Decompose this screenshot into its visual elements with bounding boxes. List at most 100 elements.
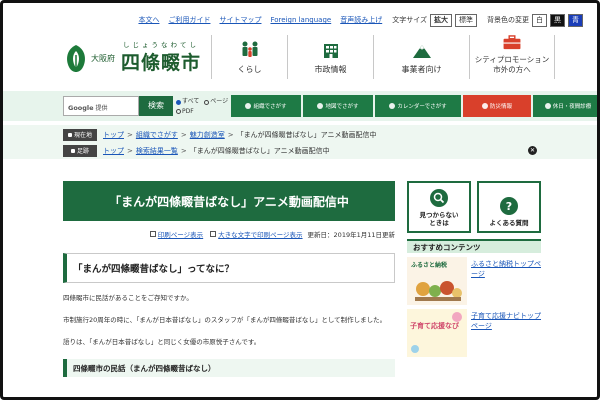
search-by-map-button[interactable]: 地図でさがす bbox=[303, 95, 373, 117]
bg-blue-button[interactable]: 青 bbox=[568, 13, 583, 27]
holiday-night-clinic-button[interactable]: 休日・夜間診療 bbox=[533, 95, 597, 117]
balloon-illustration-icon bbox=[411, 312, 462, 353]
search-button[interactable]: 検索 bbox=[139, 96, 173, 116]
text-size-enlarge-button[interactable]: 拡大 bbox=[430, 13, 452, 27]
nav-item-living[interactable]: くらし bbox=[211, 35, 287, 79]
current-location-tag: 現在地 bbox=[63, 128, 97, 141]
calendar-icon bbox=[389, 103, 396, 109]
large-print-page-link[interactable]: 大きな文字で印刷ページ表示 bbox=[210, 229, 303, 239]
search-scope-page-radio[interactable]: ページ bbox=[204, 98, 228, 106]
paragraph: 市制施行20周年の時に、「まんが日本昔ばなし」のスタッフが「まんが四條畷昔ばなし… bbox=[63, 316, 387, 324]
footprint-tag: 足跡 bbox=[63, 144, 97, 157]
subsection-heading: 四條畷市の民話（まんが四條畷昔ばなし） bbox=[63, 359, 395, 377]
updated-date: 更新日：2019年1月11日更新 bbox=[307, 231, 395, 239]
breadcrumb-area: 現在地 トップ > 組織でさがす > 魅力創造室 > 「まんが四條畷昔ばなし」アニメ動… bbox=[3, 125, 597, 159]
search-by-organization-button[interactable]: 組織でさがす bbox=[231, 95, 301, 117]
sitemap-link[interactable]: サイトマップ bbox=[219, 15, 261, 25]
family-icon bbox=[242, 41, 257, 57]
furusato-banner: ふるさと納税 ふるさと納税トップページ bbox=[407, 257, 541, 305]
search-scope-pdf-radio[interactable]: PDF bbox=[176, 108, 194, 116]
breadcrumb-link-top[interactable]: トップ bbox=[103, 130, 124, 140]
produce-illustration-icon bbox=[415, 281, 462, 301]
nav-item-label-line2: 市外の方へ bbox=[493, 65, 531, 74]
radio-icon bbox=[176, 109, 181, 114]
footprint-link-search-results[interactable]: 検索結果一覧 bbox=[136, 146, 178, 156]
faq-button[interactable]: ? よくある質問 bbox=[477, 181, 541, 233]
nav-item-business[interactable]: 事業者向け bbox=[373, 35, 469, 79]
nav-item-label: くらし bbox=[237, 65, 262, 74]
page-title: 「まんが四條畷昔ばなし」アニメ動画配信中 bbox=[63, 181, 395, 221]
breadcrumb-link-department[interactable]: 魅力創造室 bbox=[190, 130, 225, 140]
close-footprint-icon[interactable]: ✕ bbox=[528, 146, 537, 155]
section-heading: 「まんが四條畷昔ばなし」ってなに？ bbox=[63, 253, 395, 283]
sidebar: 見つからないときは ? よくある質問 おすすめコンテンツ ふるさと納税 ふるさと… bbox=[407, 181, 541, 357]
print-icon bbox=[210, 231, 217, 237]
text-size-label: 文字サイズ bbox=[392, 16, 427, 24]
usage-guide-link[interactable]: ご利用ガイド bbox=[168, 15, 210, 25]
childcare-banner-image[interactable]: 子育て応援なび bbox=[407, 309, 467, 357]
breadcrumb-current-location: 現在地 トップ > 組織でさがす > 魅力創造室 > 「まんが四條畷昔ばなし」アニメ動… bbox=[63, 128, 377, 141]
mountain-icon bbox=[412, 45, 431, 58]
nav-item-label: シティプロモーション 市外の方へ bbox=[475, 55, 549, 75]
footprint-current-page: 「まんが四條畷昔ばなし」アニメ動画配信中 bbox=[189, 146, 330, 155]
radio-label: すべて bbox=[182, 98, 200, 105]
background-color-label: 背景色の変更 bbox=[487, 16, 529, 24]
radio-icon bbox=[204, 99, 210, 105]
disaster-info-button[interactable]: 防災情報 bbox=[463, 95, 531, 117]
radio-label: ページ bbox=[210, 98, 229, 105]
text-to-speech-link[interactable]: 音声読み上げ bbox=[340, 15, 382, 25]
recommended-content-heading: おすすめコンテンツ bbox=[407, 239, 541, 253]
main-content: 「まんが四條畷昔ばなし」アニメ動画配信中 印刷ページ表示 大きな文字で印刷ページ… bbox=[63, 181, 395, 377]
city-name: 四條畷市 bbox=[121, 52, 202, 74]
radio-label: PDF bbox=[182, 107, 194, 115]
text-size-standard-button[interactable]: 標準 bbox=[455, 13, 477, 27]
utility-bar: 本文へ ご利用ガイド サイトマップ Foreign language 音声読み上… bbox=[111, 13, 583, 27]
site-header: 大阪府 しじょうなわてし 四條畷市 くらし 市政情報 事業者向け シティプロモー… bbox=[3, 33, 597, 85]
search-input[interactable]: Google 提供 bbox=[63, 96, 139, 116]
breadcrumb-link-organization[interactable]: 組織でさがす bbox=[136, 130, 178, 140]
nav-item-label: 事業者向け bbox=[401, 65, 442, 74]
briefcase-icon bbox=[503, 35, 521, 50]
print-page-link[interactable]: 印刷ページ表示 bbox=[149, 229, 203, 239]
foreign-language-link[interactable]: Foreign language bbox=[270, 16, 331, 24]
prefecture-name: 大阪府 bbox=[91, 54, 115, 63]
button-label: よくある質問 bbox=[489, 219, 529, 227]
furusato-banner-image[interactable]: ふるさと納税 bbox=[407, 257, 467, 305]
print-icon bbox=[149, 231, 156, 237]
search-scope-options: すべて ページ PDF bbox=[176, 98, 231, 117]
map-pin-icon bbox=[317, 103, 324, 109]
childcare-navi-link[interactable]: 子育て応援ナビトップページ bbox=[471, 312, 541, 330]
search-band: Google 提供 検索 すべて ページ PDF 組織でさがす 地図でさがす カ… bbox=[3, 91, 597, 121]
not-found-help-button[interactable]: 見つからないときは bbox=[407, 181, 471, 233]
bg-black-button[interactable]: 黒 bbox=[550, 13, 565, 27]
footprint-link-top[interactable]: トップ bbox=[103, 146, 124, 156]
skip-to-content-link[interactable]: 本文へ bbox=[138, 15, 159, 25]
nav-item-city-promotion[interactable]: シティプロモーション 市外の方へ bbox=[469, 35, 555, 79]
svg-text:?: ? bbox=[506, 200, 512, 213]
question-icon: ? bbox=[500, 197, 518, 215]
breadcrumb-current-page: 「まんが四條畷昔ばなし」アニメ動画配信中 bbox=[236, 130, 377, 139]
breadcrumb-footprint: 足跡 トップ > 検索結果一覧 > 「まんが四條畷昔ばなし」アニメ動画配信中 bbox=[63, 144, 330, 157]
sidebar-help-buttons: 見つからないときは ? よくある質問 bbox=[407, 181, 541, 233]
bg-white-button[interactable]: 白 bbox=[532, 13, 547, 27]
paragraph: 四條畷市に民話があることをご存知ですか。 bbox=[63, 294, 193, 302]
button-label: 組織でさがす bbox=[253, 104, 287, 110]
city-emblem-icon bbox=[67, 45, 85, 72]
magnifier-icon bbox=[430, 189, 448, 207]
article-meta: 印刷ページ表示 大きな文字で印刷ページ表示 更新日：2019年1月11日更新 bbox=[63, 229, 395, 239]
link-label: 大きな文字で印刷ページ表示 bbox=[218, 231, 303, 239]
radio-selected-icon bbox=[176, 99, 181, 105]
nav-item-city-info[interactable]: 市政情報 bbox=[287, 35, 373, 79]
quick-search-buttons: 組織でさがす 地図でさがす カレンダーでさがす 防災情報 休日・夜間診療 bbox=[231, 95, 597, 117]
search-by-calendar-button[interactable]: カレンダーでさがす bbox=[375, 95, 461, 117]
button-label: 防災情報 bbox=[489, 104, 512, 110]
city-hall-icon bbox=[323, 44, 338, 58]
furusato-tax-link[interactable]: ふるさと納税トップページ bbox=[471, 260, 541, 278]
search-scope-all-radio[interactable]: すべて bbox=[176, 98, 199, 106]
button-label: カレンダーでさがす bbox=[397, 104, 447, 110]
button-label: 地図でさがす bbox=[325, 104, 359, 110]
site-logo[interactable]: 大阪府 しじょうなわてし 四條畷市 bbox=[63, 39, 223, 79]
button-label: 休日・夜間診療 bbox=[552, 104, 592, 110]
nav-item-label-line1: シティプロモーション bbox=[474, 55, 550, 64]
nav-item-label: 市政情報 bbox=[314, 65, 347, 74]
